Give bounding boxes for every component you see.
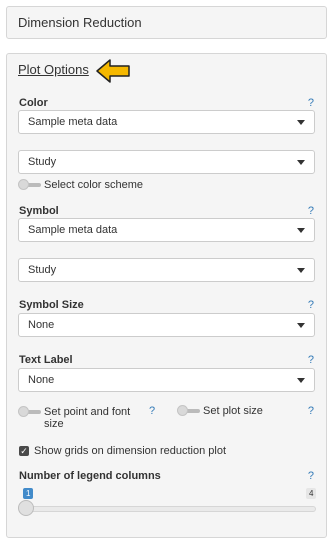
chevron-down-icon bbox=[297, 228, 305, 233]
select-value: Study bbox=[28, 264, 57, 276]
select-value: None bbox=[28, 319, 55, 331]
symbol-label: Symbol bbox=[19, 205, 59, 217]
dimension-reduction-panel[interactable]: Dimension Reduction bbox=[6, 6, 327, 39]
chevron-down-icon bbox=[297, 160, 305, 165]
chevron-down-icon bbox=[297, 120, 305, 125]
color-source-select[interactable]: Sample meta data bbox=[18, 110, 315, 134]
toggle-label: Set point and font size bbox=[44, 406, 131, 430]
plot-size-help-icon[interactable]: ? bbox=[308, 405, 314, 417]
toggle-label: Set plot size bbox=[203, 405, 263, 417]
toggle-switch-icon bbox=[18, 179, 41, 190]
plot-options-link[interactable]: Plot Options bbox=[18, 62, 89, 77]
color-scheme-toggle[interactable]: Select color scheme bbox=[18, 179, 144, 191]
symbol-source-select[interactable]: Sample meta data bbox=[18, 218, 315, 242]
grid-checkbox[interactable]: ✓ bbox=[19, 446, 29, 456]
plot-options-panel: Plot Options Color ? Sample meta data St… bbox=[6, 53, 327, 538]
text-label-select[interactable]: None bbox=[18, 368, 315, 392]
panel-title[interactable]: Dimension Reduction bbox=[18, 15, 142, 30]
chevron-down-icon bbox=[297, 378, 305, 383]
slider-max-badge: 4 bbox=[306, 488, 317, 499]
chevron-down-icon bbox=[297, 268, 305, 273]
color-label: Color bbox=[19, 97, 48, 109]
toggle-switch-icon bbox=[177, 405, 200, 416]
grid-checkbox-label: Show grids on dimension reduction plot bbox=[34, 445, 227, 457]
toggle-label: Select color scheme bbox=[44, 179, 144, 191]
color-variable-select[interactable]: Study bbox=[18, 150, 315, 174]
symbol-size-help-icon[interactable]: ? bbox=[308, 299, 314, 311]
legend-columns-slider-handle[interactable] bbox=[18, 500, 34, 516]
toggle-switch-icon bbox=[18, 406, 41, 417]
chevron-down-icon bbox=[297, 323, 305, 328]
text-label-label: Text Label bbox=[19, 354, 73, 366]
symbol-variable-select[interactable]: Study bbox=[18, 258, 315, 282]
legend-columns-help-icon[interactable]: ? bbox=[308, 470, 314, 482]
legend-columns-slider-track[interactable] bbox=[24, 506, 316, 512]
plot-size-toggle[interactable]: Set plot size bbox=[177, 405, 263, 417]
select-value: Sample meta data bbox=[28, 224, 118, 236]
color-help-icon[interactable]: ? bbox=[308, 97, 314, 109]
select-value: Study bbox=[28, 156, 57, 168]
symbol-size-select[interactable]: None bbox=[18, 313, 315, 337]
legend-columns-label: Number of legend columns bbox=[19, 470, 161, 482]
select-value: None bbox=[28, 374, 55, 386]
point-font-size-toggle[interactable]: Set point and font size bbox=[18, 406, 139, 430]
symbol-size-label: Symbol Size bbox=[19, 299, 84, 311]
slider-value-badge: 1 bbox=[23, 488, 34, 499]
select-value: Sample meta data bbox=[28, 116, 118, 128]
point-font-help-icon[interactable]: ? bbox=[149, 405, 155, 417]
text-label-help-icon[interactable]: ? bbox=[308, 354, 314, 366]
left-arrow-icon bbox=[96, 59, 130, 83]
symbol-help-icon[interactable]: ? bbox=[308, 205, 314, 217]
